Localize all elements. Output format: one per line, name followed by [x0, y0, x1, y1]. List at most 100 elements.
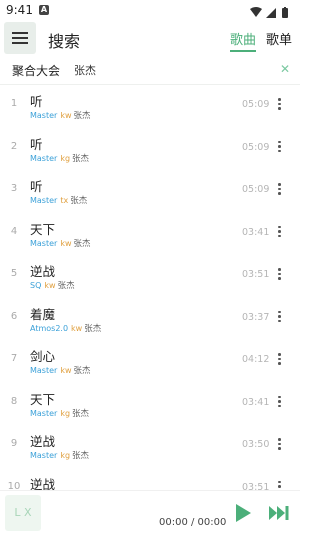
- song-artist: 张杰: [73, 111, 91, 121]
- song-index: 6: [10, 310, 18, 322]
- more-vert-icon[interactable]: [278, 268, 282, 282]
- more-vert-icon[interactable]: [278, 395, 282, 410]
- song-title: 听: [30, 136, 43, 152]
- source-badge: kw: [44, 281, 56, 290]
- source-badge: kg: [60, 451, 71, 460]
- song-row[interactable]: 3 听 Master tx 张杰 05:09: [0, 169, 300, 212]
- song-duration: 04:12: [242, 354, 270, 365]
- song-index: 9: [10, 438, 18, 449]
- song-duration: 03:41: [242, 226, 270, 238]
- song-title: 听: [30, 179, 43, 194]
- more-vert-icon[interactable]: [278, 310, 282, 325]
- song-meta: Master kg 张杰: [30, 152, 89, 164]
- notification-icon: A: [39, 5, 49, 15]
- source-badge: kw: [71, 323, 83, 333]
- notification-badge: A: [40, 5, 48, 14]
- status-bar: 9:41 A: [0, 0, 300, 20]
- quality-badge: Master: [30, 238, 58, 248]
- quality-badge: Atmos2.0: [30, 323, 69, 333]
- song-duration: 05:09: [242, 184, 270, 195]
- more-vert-icon[interactable]: [278, 353, 282, 367]
- song-duration: 03:37: [242, 311, 270, 323]
- skip-next-icon[interactable]: [268, 505, 290, 525]
- song-artist: 张杰: [72, 153, 90, 164]
- song-row[interactable]: 1 听 Master kw 张杰 05:09: [0, 84, 300, 127]
- song-artist: 张杰: [72, 451, 90, 461]
- song-meta: Master kw 张杰: [30, 364, 91, 376]
- song-artist: 张杰: [84, 323, 102, 334]
- song-title: 天下: [30, 391, 56, 407]
- song-title: 天下: [30, 221, 56, 237]
- song-duration: 03:51: [242, 269, 270, 280]
- tab-songs[interactable]: 歌曲: [230, 29, 257, 52]
- source-badge: kw: [60, 366, 72, 375]
- song-meta: Master kw 张杰: [30, 109, 91, 121]
- quality-badge: Master: [30, 196, 58, 205]
- play-icon[interactable]: [233, 503, 253, 527]
- song-index: 2: [10, 140, 18, 152]
- song-row[interactable]: 10 逆战 03:51: [0, 467, 300, 491]
- song-meta: SQ kw 张杰: [30, 279, 75, 291]
- song-duration: 03:50: [242, 439, 270, 450]
- song-artist: 张杰: [72, 408, 90, 419]
- song-row[interactable]: 2 听 Master kg 张杰 05:09: [0, 127, 300, 170]
- source-badge: kw: [60, 111, 72, 120]
- more-vert-icon[interactable]: [278, 140, 282, 155]
- playback-time: 00:00 / 00:00: [159, 517, 227, 528]
- song-duration: 03:51: [242, 481, 270, 491]
- song-index: 1: [10, 98, 18, 109]
- search-bar: 聚合大会 张杰 ✕: [0, 56, 300, 85]
- song-title: 逆战: [30, 476, 56, 491]
- tab-playlists[interactable]: 歌单: [266, 29, 292, 48]
- source-badge: kw: [60, 238, 72, 248]
- signal-wifi-battery-icon: [250, 7, 288, 18]
- status-time: 9:41: [6, 3, 33, 17]
- album-cover[interactable]: L X: [5, 495, 41, 531]
- page-title: 搜索: [48, 32, 81, 51]
- song-title: 逆战: [30, 264, 56, 279]
- app-bar: 搜索 歌曲 歌单: [0, 20, 300, 56]
- song-artist: 张杰: [73, 366, 91, 376]
- more-vert-icon[interactable]: [278, 480, 282, 490]
- song-index: 10: [7, 480, 21, 491]
- song-row[interactable]: 9 逆战 Master kg 张杰 03:50: [0, 424, 300, 467]
- quality-badge: SQ: [30, 281, 42, 290]
- song-title: 听: [30, 94, 43, 109]
- song-meta: Atmos2.0 kw 张杰: [30, 322, 101, 334]
- song-index: 4: [10, 225, 18, 237]
- more-vert-icon[interactable]: [278, 225, 282, 240]
- more-vert-icon[interactable]: [278, 183, 282, 197]
- song-artist: 张杰: [73, 238, 91, 249]
- song-title: 着魔: [30, 306, 56, 322]
- source-badge: kg: [60, 408, 71, 418]
- song-index: 7: [10, 353, 18, 364]
- song-list: 1 听 Master kw 张杰 05:09 2 听 Master kg 张杰 05:09 3 听 Mast…: [0, 84, 300, 490]
- song-row[interactable]: 4 天下 Master kw 张杰 03:41: [0, 212, 300, 255]
- song-artist: 张杰: [57, 281, 75, 291]
- song-index: 5: [10, 268, 18, 279]
- song-row[interactable]: 7 剑心 Master kw 张杰 04:12: [0, 339, 300, 382]
- quality-badge: Master: [30, 451, 58, 460]
- song-meta: Master kg 张杰: [30, 449, 89, 461]
- song-index: 3: [10, 183, 18, 194]
- source-selector[interactable]: 聚合大会: [12, 62, 60, 79]
- more-vert-icon[interactable]: [278, 98, 282, 112]
- source-badge: kg: [60, 153, 71, 163]
- song-row[interactable]: 8 天下 Master kg 张杰 03:41: [0, 382, 300, 425]
- source-badge: tx: [60, 196, 69, 205]
- song-row[interactable]: 5 逆战 SQ kw 张杰 03:51: [0, 254, 300, 297]
- search-query[interactable]: 张杰: [74, 62, 96, 78]
- player-bar: L X 00:00 / 00:00: [0, 490, 300, 534]
- quality-badge: Master: [30, 111, 58, 120]
- quality-badge: Master: [30, 408, 58, 418]
- song-duration: 03:41: [242, 396, 270, 408]
- song-row[interactable]: 6 着魔 Atmos2.0 kw 张杰 03:37: [0, 297, 300, 340]
- song-title: 逆战: [30, 434, 56, 449]
- song-meta: Master kg 张杰: [30, 407, 89, 419]
- song-artist: 张杰: [70, 196, 88, 206]
- more-vert-icon[interactable]: [278, 438, 282, 452]
- menu-button[interactable]: [4, 22, 36, 54]
- song-title: 剑心: [30, 349, 56, 364]
- close-icon[interactable]: ✕: [280, 62, 290, 76]
- song-duration: 05:09: [242, 141, 270, 153]
